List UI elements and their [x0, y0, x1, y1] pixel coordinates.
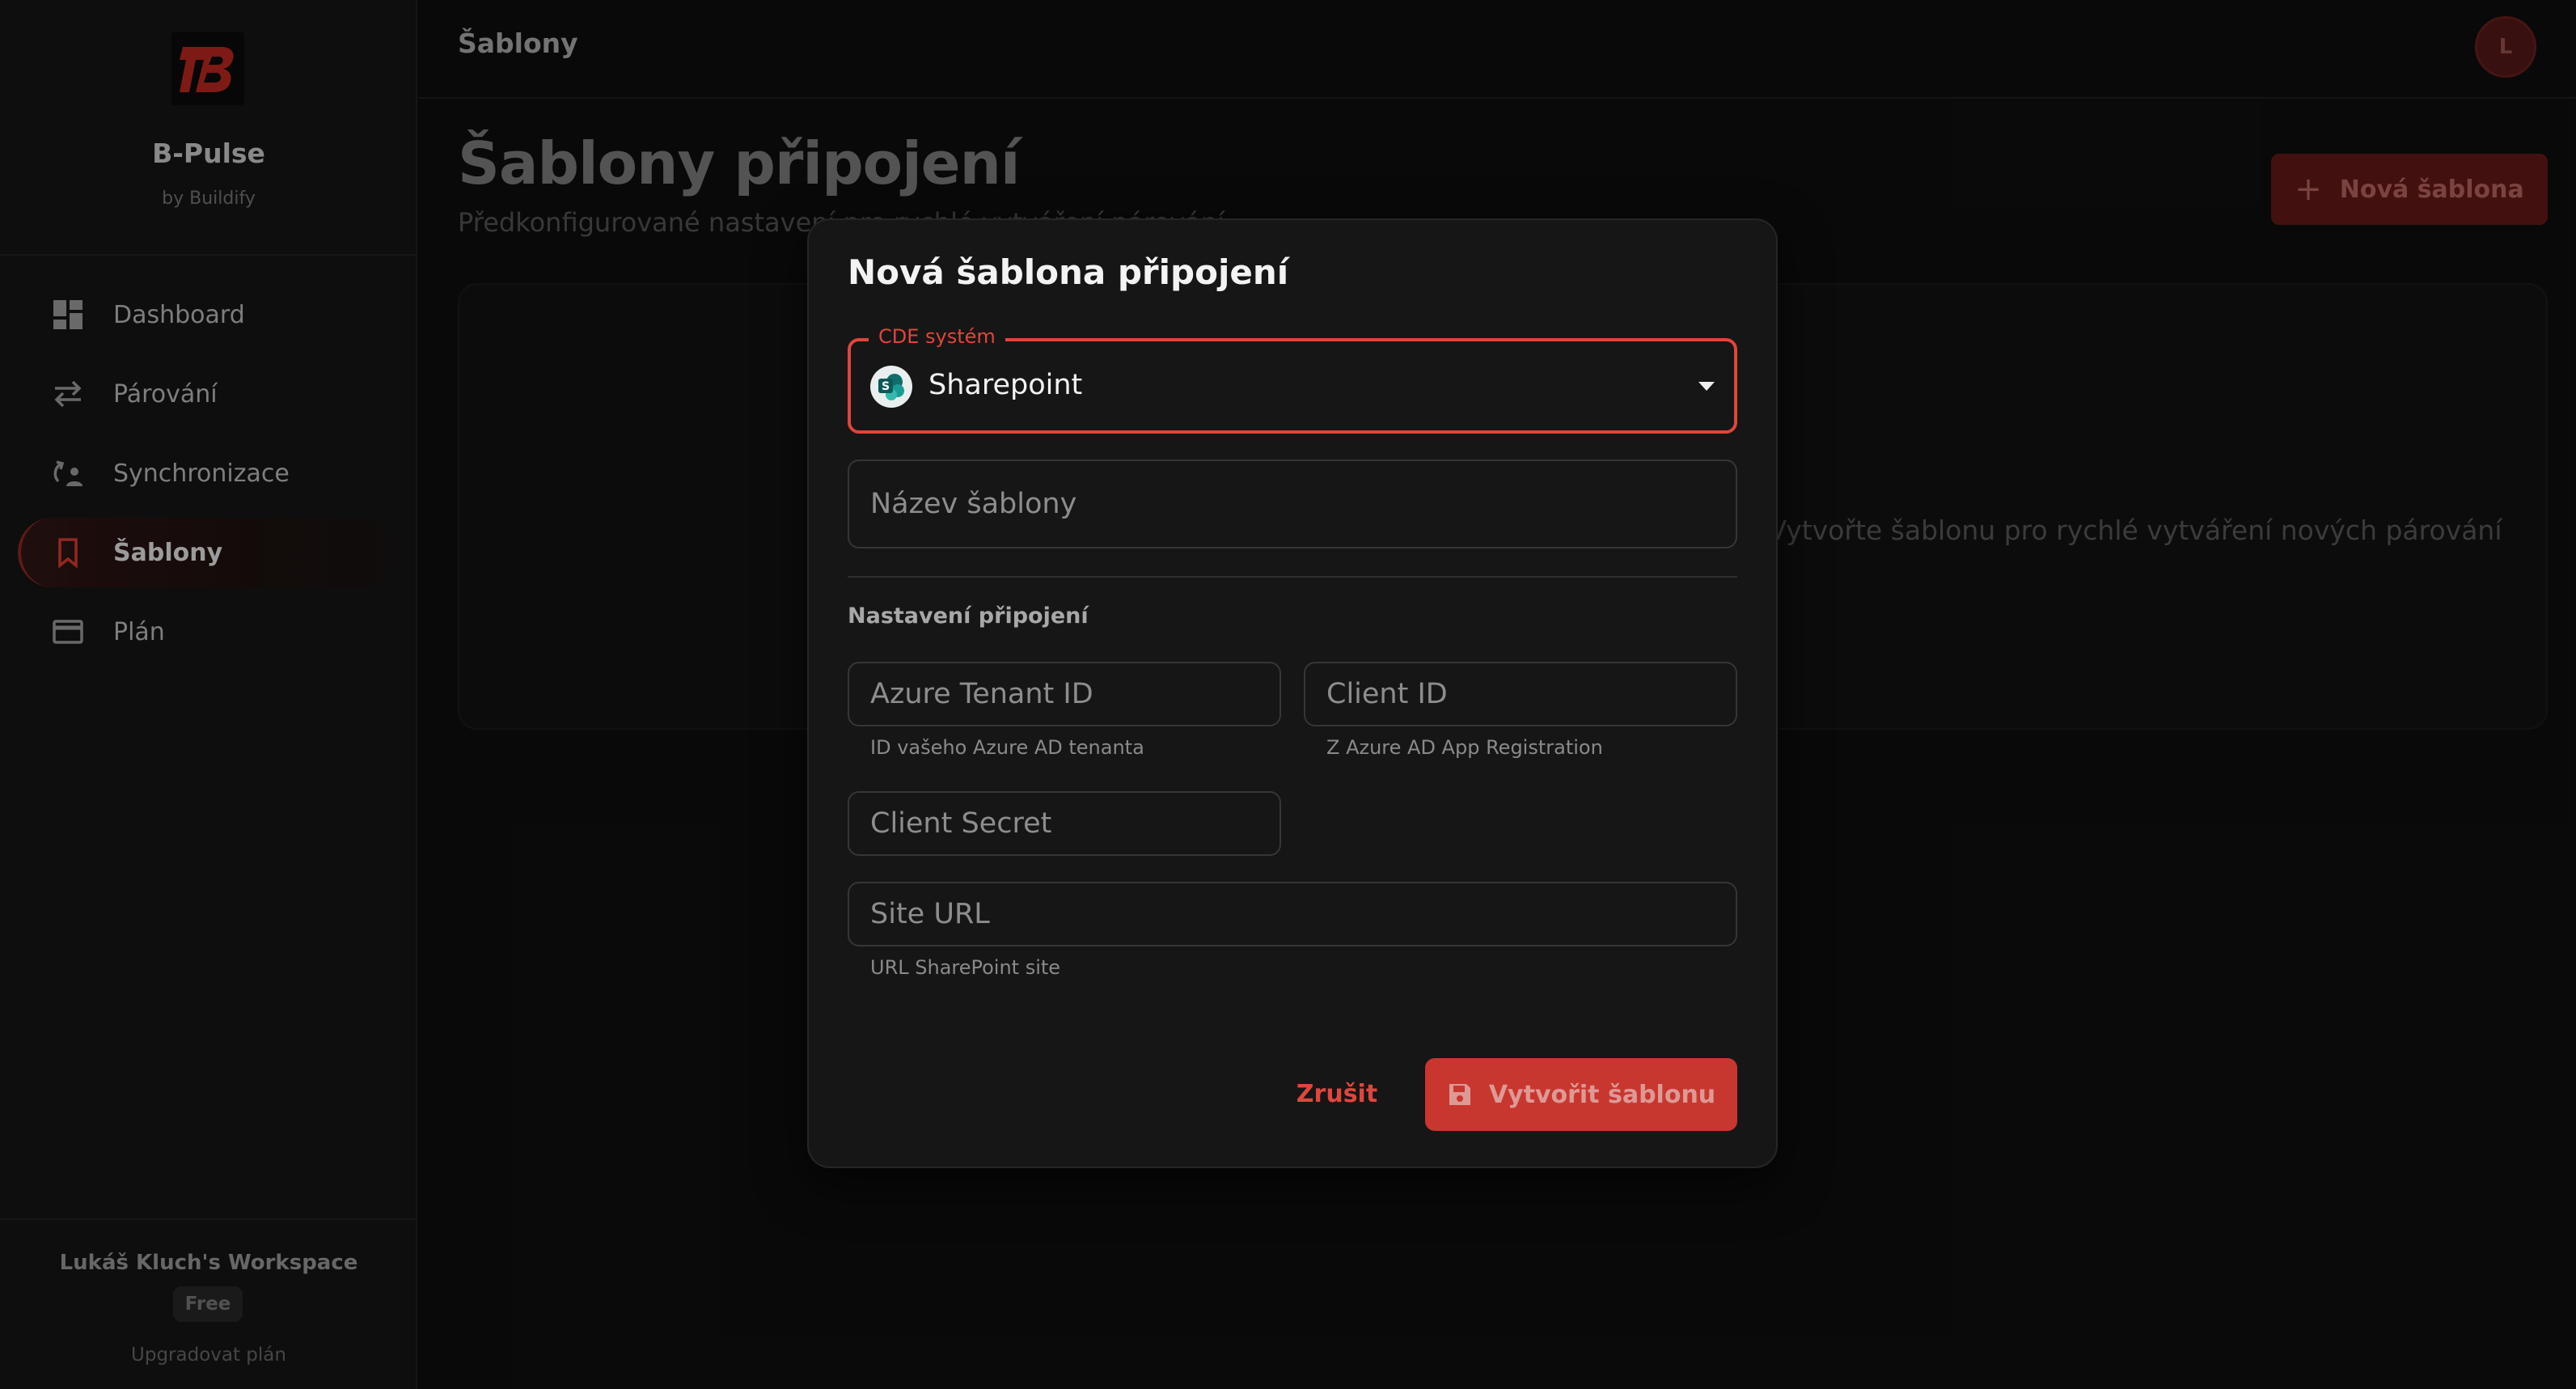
save-icon — [1449, 1084, 1470, 1105]
sharepoint-icon: S — [870, 366, 912, 408]
section-divider — [848, 576, 1737, 578]
dialog-title: Nová šablona připojení — [848, 252, 1289, 292]
azure-tenant-id-input[interactable] — [848, 662, 1281, 726]
svg-text:S: S — [882, 380, 890, 393]
cde-system-label: CDE systém — [869, 325, 1005, 348]
client-secret-input[interactable] — [848, 791, 1281, 856]
site-url-input[interactable] — [848, 882, 1737, 946]
new-template-dialog: Nová šablona připojení CDE systém S Shar… — [807, 218, 1778, 1168]
tenant-id-helper: ID vašeho Azure AD tenanta — [870, 736, 1144, 759]
create-template-button[interactable]: Vytvořit šablonu — [1425, 1058, 1737, 1131]
site-url-helper: URL SharePoint site — [870, 956, 1061, 979]
connection-settings-heading: Nastavení připojení — [848, 603, 1089, 629]
cde-system-value: Sharepoint — [928, 369, 1083, 401]
template-name-input[interactable] — [848, 459, 1737, 548]
client-id-helper: Z Azure AD App Registration — [1326, 736, 1603, 759]
cancel-button[interactable]: Zrušit — [1284, 1058, 1390, 1129]
dropdown-caret-icon — [1698, 382, 1715, 391]
client-id-input[interactable] — [1304, 662, 1737, 726]
create-template-label: Vytvořit šablonu — [1488, 1080, 1716, 1109]
cde-system-select[interactable]: CDE systém S Sharepoint — [848, 325, 1737, 434]
